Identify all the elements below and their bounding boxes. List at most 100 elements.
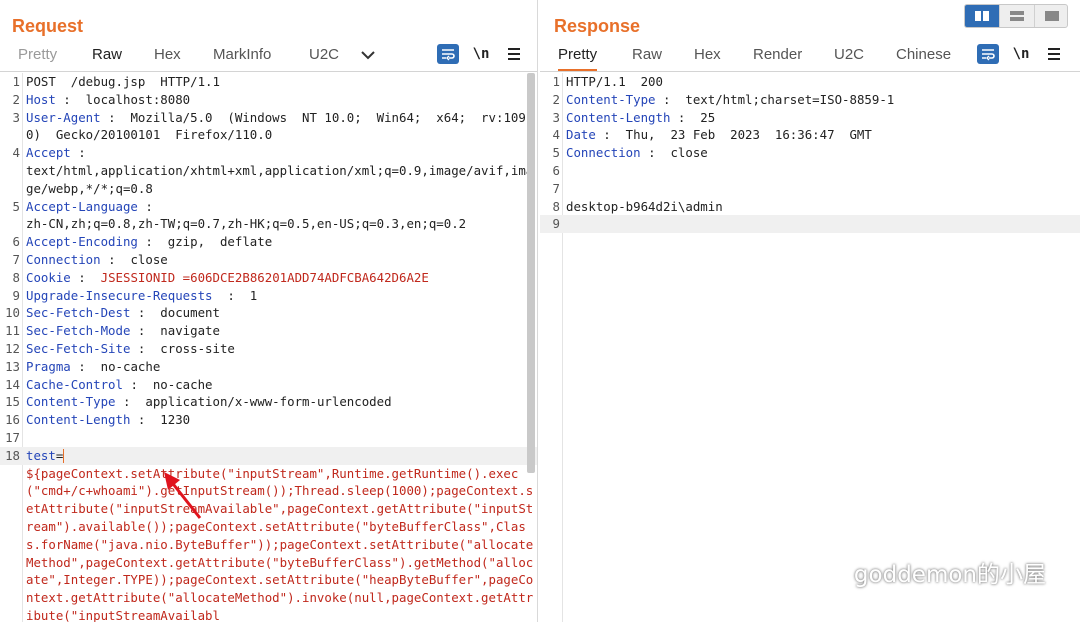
response-editor[interactable]: 1 HTTP/1.1 200 2 Content-Type : text/html;c… bbox=[540, 73, 1080, 622]
header-name: Accept-Encoding bbox=[26, 234, 138, 250]
header-value: : 1230 bbox=[130, 412, 191, 428]
header-value: : text/html;charset=ISO-8859-1 bbox=[655, 91, 895, 107]
response-tab-pretty[interactable]: Pretty bbox=[558, 46, 598, 71]
response-newline-toggle[interactable]: \n bbox=[1010, 44, 1032, 64]
response-tab-u2c[interactable]: U2C bbox=[834, 46, 864, 69]
line-number: 13 bbox=[5, 358, 20, 374]
body-param-name: test bbox=[26, 447, 56, 463]
request-line: 11 Sec-Fetch-Mode : navigate bbox=[0, 322, 537, 340]
header-value: : application/x-www-form-urlencoded bbox=[115, 394, 392, 410]
line-number: 11 bbox=[5, 323, 20, 339]
request-tabs-more[interactable] bbox=[360, 48, 376, 71]
header-name: Content-Type bbox=[26, 394, 116, 410]
header-name: Content-Length bbox=[26, 412, 131, 428]
header-value: : 1 bbox=[212, 287, 258, 303]
header-name: Accept bbox=[26, 145, 71, 161]
request-line: 1 POST /debug.jsp HTTP/1.1 bbox=[0, 73, 537, 91]
line-number: 6 bbox=[12, 234, 20, 250]
request-wrap-lines-button[interactable] bbox=[437, 44, 459, 64]
request-newline-toggle[interactable]: \n bbox=[470, 44, 492, 64]
response-line: 6 bbox=[540, 162, 1080, 180]
line-number: 2 bbox=[552, 91, 560, 107]
response-tab-render[interactable]: Render bbox=[753, 46, 802, 69]
line-number: 4 bbox=[552, 127, 560, 143]
red-arrow-annotation bbox=[164, 472, 202, 519]
header-value: : no-cache bbox=[70, 358, 161, 374]
line-number: 7 bbox=[552, 180, 560, 196]
request-tab-raw[interactable]: Raw bbox=[92, 46, 122, 69]
watermark-text: goddemon的小屋 bbox=[853, 562, 1046, 588]
line-number: 7 bbox=[12, 251, 20, 267]
layout-side-by-side-icon bbox=[975, 11, 989, 21]
menu-icon bbox=[1048, 48, 1060, 60]
line-number: 5 bbox=[552, 145, 560, 161]
header-value: : cross-site bbox=[130, 340, 235, 356]
response-line: 3 Content-Length : 25 bbox=[540, 109, 1080, 127]
request-line: 16 Content-Length : 1230 bbox=[0, 411, 537, 429]
header-name: Connection bbox=[566, 145, 641, 161]
request-tab-pretty[interactable]: Pretty bbox=[18, 46, 57, 69]
request-tab-u2c[interactable]: U2C bbox=[309, 46, 339, 69]
response-tab-hex[interactable]: Hex bbox=[694, 46, 721, 69]
request-pane: Request Pretty Raw Hex MarkInfo U2C \n 1… bbox=[0, 0, 538, 622]
header-name: Accept-Language bbox=[26, 198, 138, 214]
header-name: Date bbox=[566, 127, 596, 143]
header-value: : bbox=[70, 269, 101, 285]
header-name: Host bbox=[26, 91, 56, 107]
request-scrollbar[interactable] bbox=[527, 73, 535, 473]
line-number: 15 bbox=[5, 394, 20, 410]
request-editor[interactable]: 1 POST /debug.jsp HTTP/1.1 2 Host : localho… bbox=[0, 73, 537, 622]
header-value: HTTP/1.1 200 bbox=[566, 74, 663, 89]
layout-top-bottom-icon bbox=[1010, 11, 1024, 21]
response-line: 7 bbox=[540, 180, 1080, 198]
request-line: 5 Accept-Language : zh-CN,zh;q=0.8,zh-TW;… bbox=[0, 198, 537, 234]
request-tab-markinfo[interactable]: MarkInfo bbox=[213, 46, 271, 69]
chevron-down-icon bbox=[361, 51, 375, 60]
layout-tabs-button[interactable] bbox=[1035, 5, 1067, 27]
wechat-icon bbox=[805, 556, 845, 587]
line-number: 8 bbox=[552, 198, 560, 214]
cookie-value: =606DCE2B86201ADD74ADFCBA642D6A2E bbox=[175, 269, 429, 285]
wrap-lines-icon bbox=[982, 49, 995, 61]
header-value: : close bbox=[100, 251, 168, 267]
header-value: : document bbox=[130, 305, 220, 321]
line-number: 17 bbox=[5, 429, 20, 445]
response-line: 1 HTTP/1.1 200 bbox=[540, 73, 1080, 91]
response-menu-button[interactable] bbox=[1043, 44, 1065, 64]
text-cursor bbox=[63, 449, 65, 464]
response-title: Response bbox=[554, 16, 641, 36]
layout-tabs-icon bbox=[1045, 11, 1059, 21]
header-name: Sec-Fetch-Mode bbox=[26, 323, 131, 339]
header-name: Content-Length bbox=[566, 109, 671, 125]
header-name: Cookie bbox=[26, 269, 71, 285]
request-line: 6 Accept-Encoding : gzip, deflate bbox=[0, 233, 537, 251]
header-value: : gzip, deflate bbox=[137, 234, 273, 250]
request-body-payload-row: ${pageContext.setAttribute("inputStream"… bbox=[0, 465, 537, 622]
request-tab-hex[interactable]: Hex bbox=[154, 46, 181, 69]
header-name: Sec-Fetch-Dest bbox=[26, 305, 131, 321]
layout-toggle bbox=[964, 4, 1068, 28]
header-value: desktop-b964d2i\admin bbox=[566, 198, 723, 214]
response-line: 9 bbox=[540, 215, 1080, 234]
request-line: 7 Connection : close bbox=[0, 251, 537, 269]
request-line: 17 bbox=[0, 429, 537, 447]
request-menu-button[interactable] bbox=[503, 44, 525, 64]
line-number: 4 bbox=[12, 145, 20, 161]
header-value: : localhost:8080 bbox=[55, 91, 191, 107]
request-line: 12 Sec-Fetch-Site : cross-site bbox=[0, 340, 537, 358]
response-tab-raw[interactable]: Raw bbox=[632, 46, 662, 69]
request-title: Request bbox=[12, 16, 84, 36]
response-line: 8 desktop-b964d2i\admin bbox=[540, 198, 1080, 216]
layout-top-bottom-button[interactable] bbox=[1000, 5, 1035, 27]
line-number: 18 bbox=[5, 447, 20, 463]
response-wrap-lines-button[interactable] bbox=[977, 44, 999, 64]
header-value: : close bbox=[640, 145, 708, 161]
line-number: 10 bbox=[5, 305, 20, 321]
cookie-name: JSESSIONID bbox=[100, 269, 176, 285]
response-pane: Response Pretty Raw Hex Render U2C Chine… bbox=[540, 0, 1080, 622]
layout-side-by-side-button[interactable] bbox=[965, 5, 1000, 27]
request-line: 14 Cache-Control : no-cache bbox=[0, 376, 537, 394]
response-tab-chinese[interactable]: Chinese bbox=[896, 46, 951, 69]
request-line: 10 Sec-Fetch-Dest : document bbox=[0, 304, 537, 322]
response-line: 2 Content-Type : text/html;charset=ISO-88… bbox=[540, 91, 1080, 109]
